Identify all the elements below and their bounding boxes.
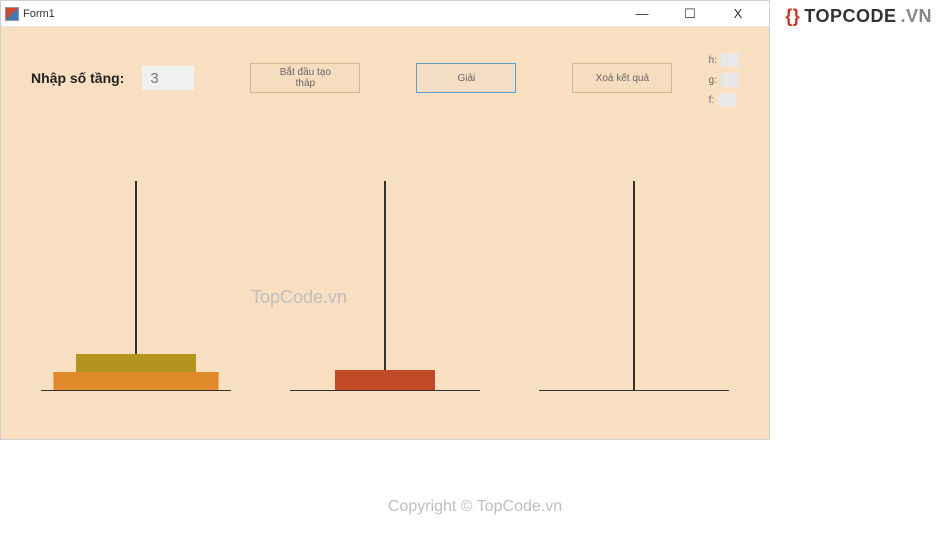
stat-h-value <box>721 53 739 67</box>
disk-small <box>335 370 435 390</box>
tower-c <box>519 159 749 409</box>
tower-b <box>270 159 500 409</box>
base-icon <box>290 390 480 391</box>
pole-icon <box>384 181 386 391</box>
maximize-button[interactable]: ☐ <box>675 4 705 24</box>
app-window: Form1 — ☐ X Nhập số tầng: Bắt đầu tạo th… <box>0 0 770 440</box>
stat-g-value <box>721 73 739 87</box>
window-title: Form1 <box>23 8 627 20</box>
side-stats: h: g: f: <box>709 53 739 107</box>
brand-suffix: .VN <box>900 6 932 27</box>
client-area: Nhập số tầng: Bắt đầu tạo tháp Giải Xoá … <box>1 27 769 439</box>
close-button[interactable]: X <box>723 4 753 24</box>
stat-h-label: h: <box>709 55 717 66</box>
window-controls: — ☐ X <box>627 4 765 24</box>
stat-f-label: f: <box>709 95 715 106</box>
create-tower-button[interactable]: Bắt đầu tạo tháp <box>250 63 360 93</box>
disk-medium <box>76 354 196 372</box>
clear-button[interactable]: Xoá kết quả <box>572 63 672 93</box>
tower-a <box>21 159 251 409</box>
floors-label: Nhập số tầng: <box>31 70 124 86</box>
stat-f-value <box>718 93 736 107</box>
app-icon <box>5 7 19 21</box>
brand-name: TOPCODE <box>804 6 896 27</box>
base-icon <box>41 390 231 391</box>
minimize-button[interactable]: — <box>627 4 657 24</box>
disk-large <box>53 372 218 390</box>
titlebar: Form1 — ☐ X <box>1 1 769 27</box>
copyright-text: Copyright © TopCode.vn <box>0 498 950 516</box>
brand-braces-icon: {} <box>785 6 800 27</box>
base-icon <box>539 390 729 391</box>
floors-input[interactable] <box>142 66 194 90</box>
towers-area <box>1 159 769 409</box>
stat-g-label: g: <box>709 75 717 86</box>
solve-button[interactable]: Giải <box>416 63 516 93</box>
controls-row: Nhập số tầng: Bắt đầu tạo tháp Giải Xoá … <box>1 27 769 93</box>
pole-icon <box>633 181 635 391</box>
brand-logo: {} TOPCODE.VN <box>785 6 932 27</box>
